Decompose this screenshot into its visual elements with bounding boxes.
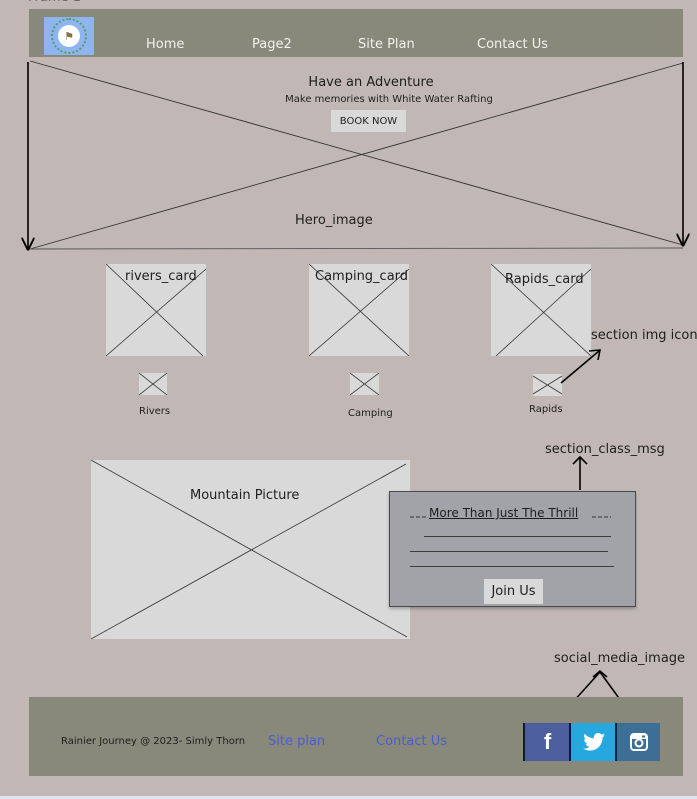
join-us-button[interactable]: Join Us xyxy=(484,579,543,604)
rivers-icon[interactable] xyxy=(138,372,168,396)
rapids-icon-label: Rapids xyxy=(529,404,563,415)
nav-home[interactable]: Home xyxy=(146,37,184,52)
rivers-icon-label: Rivers xyxy=(139,406,171,417)
instagram-button[interactable] xyxy=(615,723,660,761)
facebook-icon: f xyxy=(543,729,552,754)
footer-link-site-plan[interactable]: Site plan xyxy=(268,734,325,749)
annotation-section-img-icon: section img icon xyxy=(591,328,697,343)
camping-icon-placeholder xyxy=(349,372,380,396)
rivers-icon-placeholder xyxy=(138,372,168,396)
nav-site-plan[interactable]: Site Plan xyxy=(358,37,415,52)
twitter-button[interactable] xyxy=(569,723,616,761)
book-now-button[interactable]: BOOK NOW xyxy=(331,110,406,132)
facebook-button[interactable]: f xyxy=(523,723,570,761)
annotation-social-media-image: social_media_image xyxy=(554,651,686,666)
instagram-icon xyxy=(629,733,648,751)
nav-contact-us[interactable]: Contact Us xyxy=(477,37,548,52)
frame-label: Frame 1 xyxy=(28,0,81,5)
mountain-picture-placeholder xyxy=(90,459,408,640)
logo-ring: ⚑ xyxy=(51,18,87,54)
hero-title: Have an Adventure xyxy=(308,75,434,90)
camping-card-title: Camping_card xyxy=(315,269,409,284)
message-title: More Than Just The Thrill xyxy=(429,506,579,520)
twitter-icon xyxy=(582,733,605,751)
camping-icon-label: Camping xyxy=(348,408,393,419)
annotation-section-class-msg: section_class_msg xyxy=(545,442,665,457)
kayaker-icon: ⚑ xyxy=(58,25,80,47)
annotation-arrow-icon xyxy=(560,349,601,384)
hero-image-label: Hero_image xyxy=(295,213,373,228)
site-logo[interactable]: ⚑ xyxy=(44,17,94,55)
site-header xyxy=(29,9,683,57)
mountain-picture xyxy=(90,459,410,640)
nav-page2[interactable]: Page2 xyxy=(252,37,292,52)
rapids-card-title: Rapids_card xyxy=(505,272,584,287)
message-text-line xyxy=(424,536,611,537)
annotation-arrow-up-icon xyxy=(572,455,588,490)
message-text-line xyxy=(410,566,614,567)
rivers-card-title: rivers_card xyxy=(125,269,197,284)
hero-subtitle: Make memories with White Water Rafting xyxy=(285,94,493,105)
footer-copyright: Rainier Journey @ 2023- Simly Thorn xyxy=(61,736,246,747)
message-text-line xyxy=(410,551,608,552)
camping-icon[interactable] xyxy=(349,372,380,396)
footer-link-contact-us[interactable]: Contact Us xyxy=(376,734,447,749)
mountain-picture-label: Mountain Picture xyxy=(190,488,300,503)
